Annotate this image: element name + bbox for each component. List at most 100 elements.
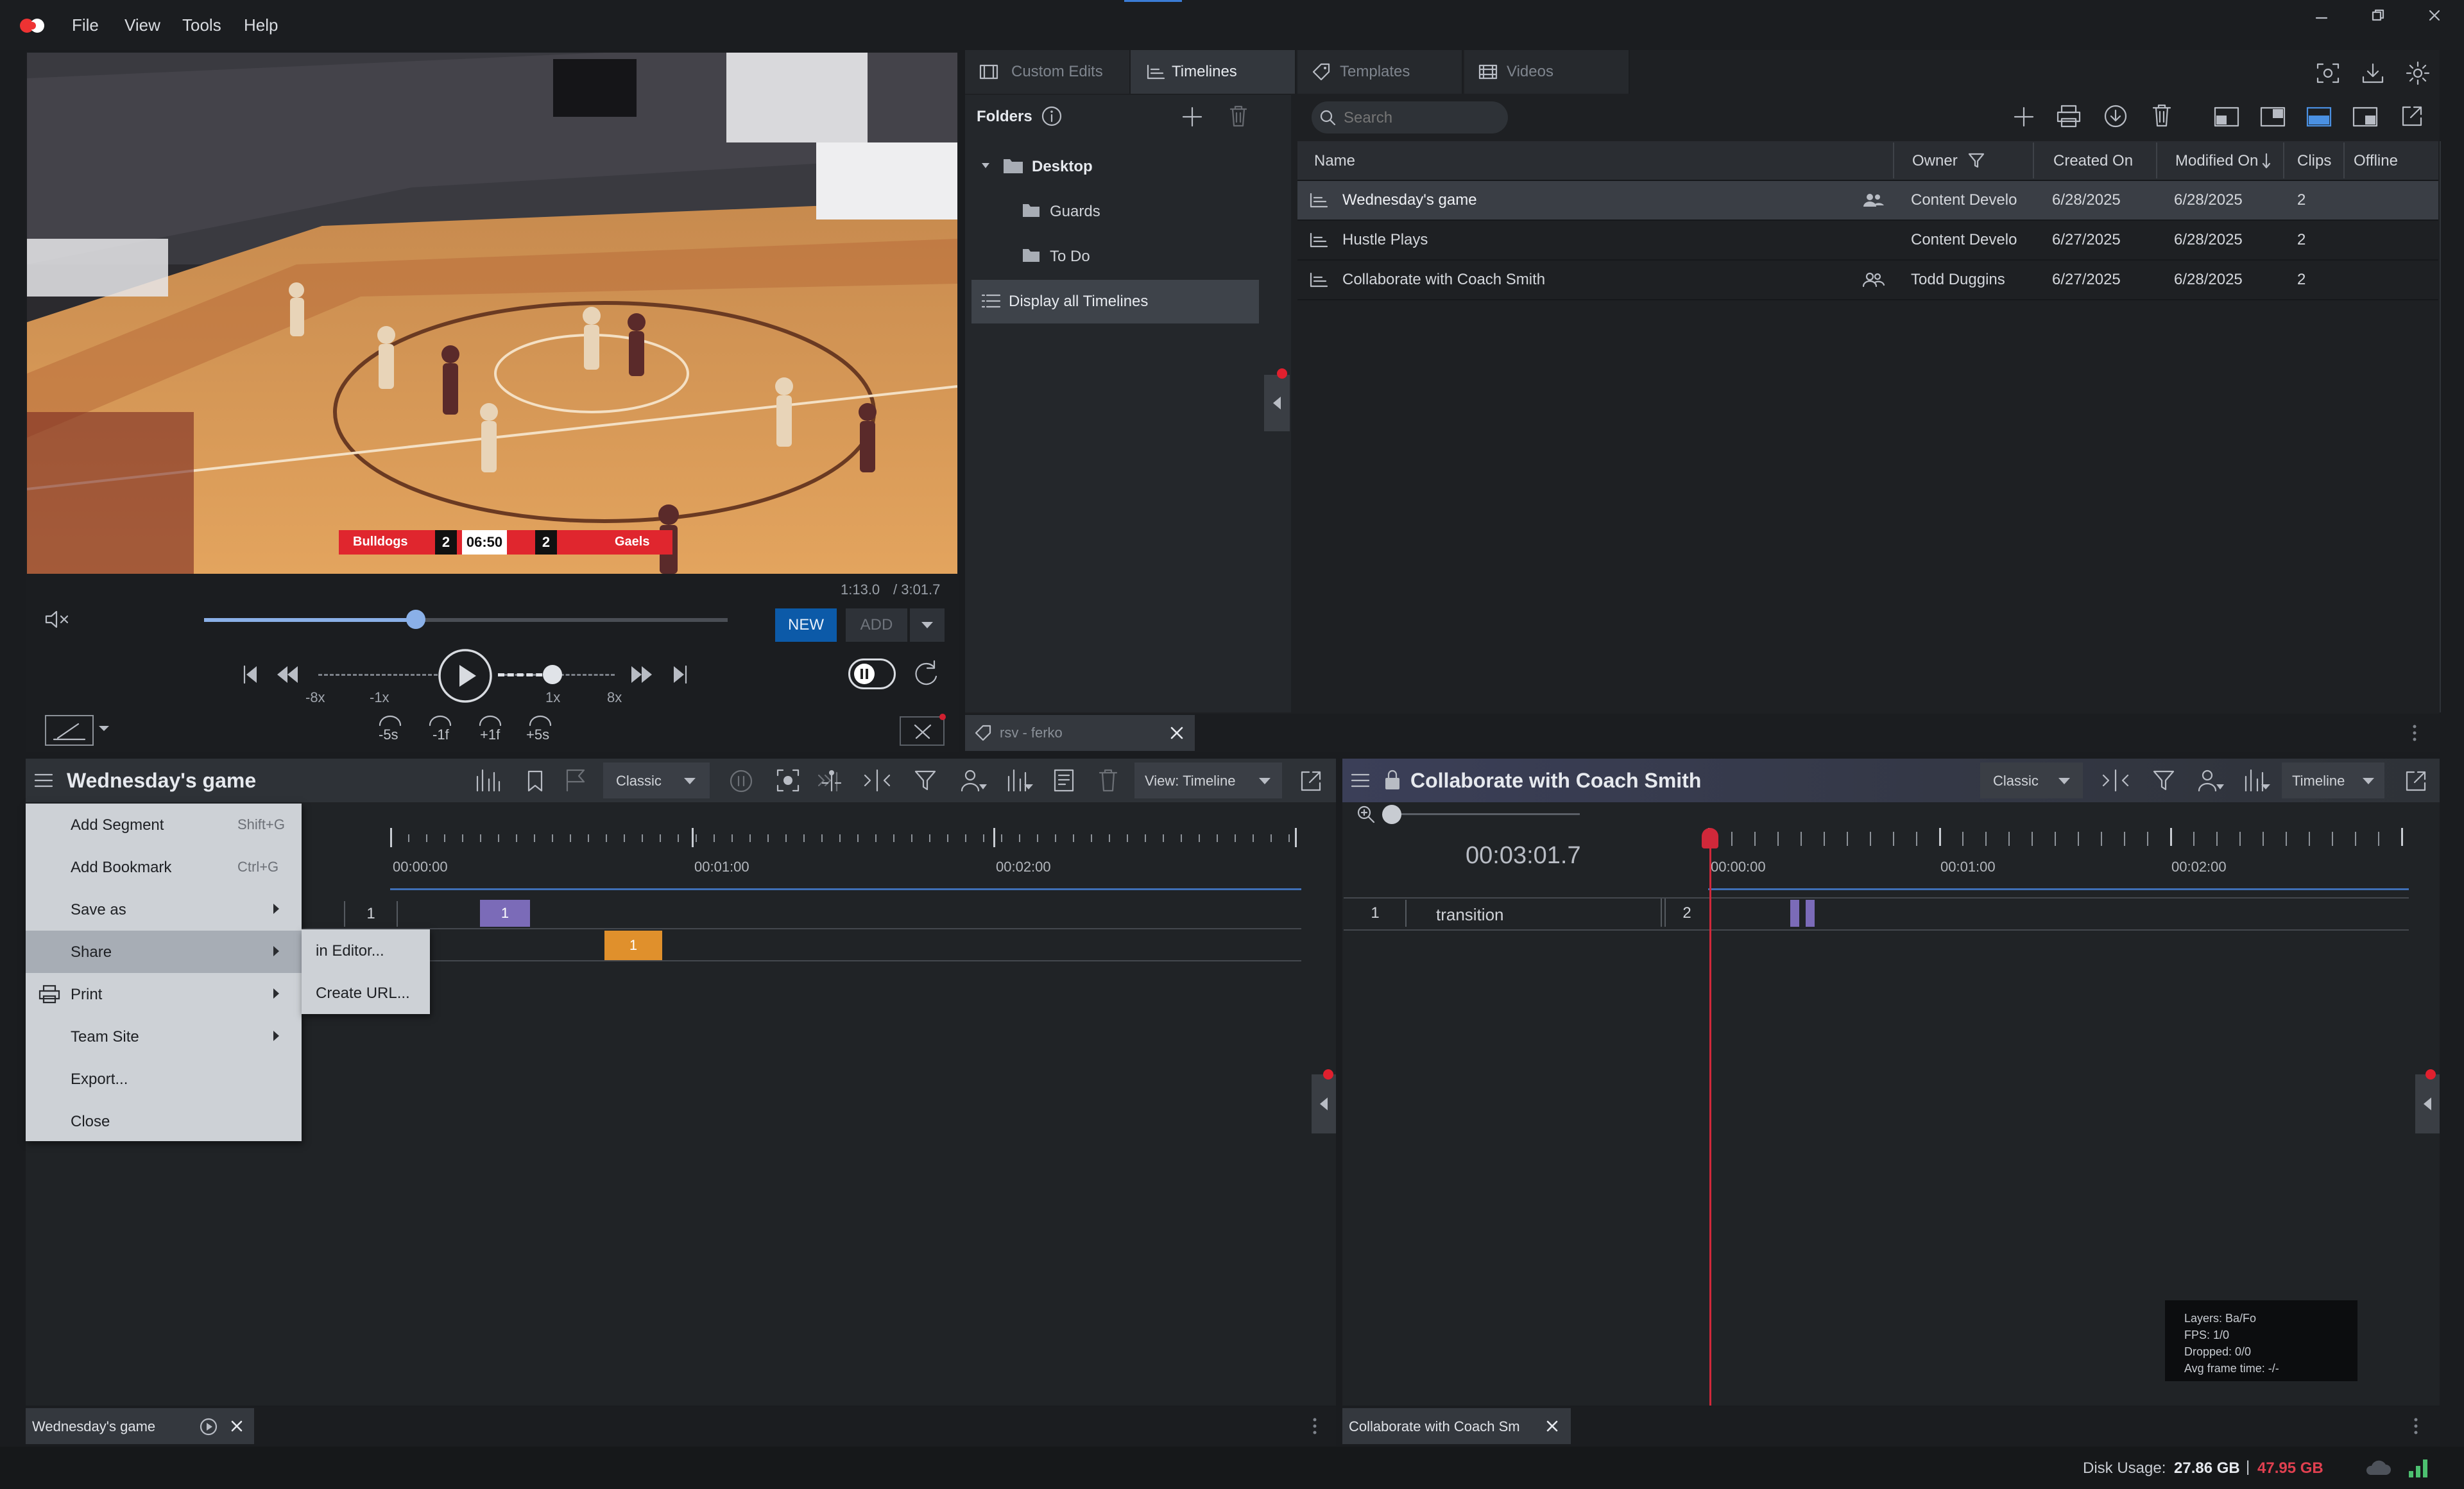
- screenshot-icon[interactable]: [2315, 62, 2341, 85]
- menu-close[interactable]: Close: [26, 1100, 302, 1142]
- mute-icon[interactable]: [44, 608, 71, 630]
- search-input[interactable]: [1342, 108, 1499, 128]
- folder-desktop[interactable]: Desktop: [1032, 158, 1093, 176]
- menu-add-bookmark[interactable]: Add Bookmark Ctrl+G: [26, 846, 302, 888]
- notes-icon[interactable]: [1052, 768, 1077, 793]
- menu-add-segment[interactable]: Add Segment Shift+G: [26, 804, 302, 846]
- menu-export[interactable]: Export...: [26, 1058, 302, 1100]
- split-icon[interactable]: [2101, 768, 2130, 793]
- video-frame[interactable]: Bulldogs 2 06:50 2 Gaels: [27, 53, 957, 574]
- col-created[interactable]: Created On: [2053, 142, 2133, 180]
- add-dropdown-button[interactable]: [910, 608, 945, 642]
- step-back-1f-label[interactable]: -1f: [432, 727, 449, 743]
- zoom-slider-handle[interactable]: [1382, 805, 1401, 824]
- layout-4-icon[interactable]: [2352, 107, 2378, 127]
- tag-tab[interactable]: rsv - ferko: [965, 715, 1195, 751]
- col-owner[interactable]: Owner: [1912, 142, 1958, 180]
- more-vertical-icon[interactable]: [1312, 1416, 1318, 1436]
- popout-icon[interactable]: [1299, 769, 1323, 793]
- left-bottom-tab[interactable]: Wednesday's game: [26, 1408, 254, 1444]
- left-clip-purple[interactable]: 1: [480, 900, 530, 927]
- menu-share[interactable]: Share: [26, 931, 302, 973]
- layout-1-icon[interactable]: [2214, 107, 2239, 127]
- add-timeline-icon[interactable]: [2012, 105, 2035, 128]
- columns-icon[interactable]: [474, 768, 503, 793]
- col-offline[interactable]: Offline: [2354, 142, 2398, 180]
- new-button[interactable]: NEW: [775, 608, 837, 642]
- left-clip-orange[interactable]: 1: [604, 931, 662, 960]
- more-vertical-icon[interactable]: [2411, 723, 2418, 743]
- bookmark-icon[interactable]: [524, 769, 547, 793]
- menu-share-create-url[interactable]: Create URL...: [302, 972, 430, 1014]
- table-row[interactable]: Collaborate with Coach Smith Todd Duggin…: [1297, 261, 2438, 300]
- reset-icon[interactable]: [910, 657, 942, 689]
- menu-help[interactable]: Help: [244, 15, 278, 35]
- hamburger-icon[interactable]: [33, 771, 54, 789]
- import-icon[interactable]: [2103, 104, 2128, 128]
- menu-save-as[interactable]: Save as: [26, 888, 302, 931]
- seek-bar[interactable]: [204, 610, 728, 629]
- popout-icon[interactable]: [2404, 769, 2428, 793]
- col-clips[interactable]: Clips: [2297, 142, 2331, 180]
- filter-icon[interactable]: [914, 769, 937, 793]
- step-back-5s-icon[interactable]: [376, 714, 404, 728]
- speed-handle[interactable]: [543, 665, 562, 684]
- capture-icon[interactable]: [775, 768, 801, 793]
- tab-templates[interactable]: Templates: [1297, 50, 1463, 94]
- close-icon[interactable]: [230, 1419, 244, 1433]
- table-row[interactable]: Wednesday's game Content Develo 6/28/202…: [1297, 181, 2438, 221]
- close-window-icon[interactable]: [2426, 6, 2443, 24]
- menu-file[interactable]: File: [72, 15, 99, 35]
- collapse-folders-handle[interactable]: [1264, 375, 1290, 431]
- menu-team-site[interactable]: Team Site: [26, 1015, 302, 1058]
- table-scrollbar[interactable]: [2440, 141, 2441, 712]
- printer-icon[interactable]: [2056, 104, 2082, 128]
- fast-forward-icon[interactable]: [629, 664, 654, 685]
- play-circle-icon[interactable]: [199, 1417, 218, 1436]
- folder-to-do[interactable]: To Do: [1050, 248, 1090, 266]
- step-forward-5s-icon[interactable]: [526, 714, 554, 728]
- close-icon[interactable]: [1169, 725, 1185, 741]
- col-name[interactable]: Name: [1314, 142, 1355, 180]
- add-folder-icon[interactable]: [1181, 105, 1204, 128]
- cut-button[interactable]: [900, 714, 946, 746]
- filter-icon[interactable]: [1967, 151, 1985, 169]
- skip-end-icon[interactable]: [671, 664, 689, 685]
- menu-view[interactable]: View: [124, 15, 160, 35]
- skip-start-icon[interactable]: [241, 664, 259, 685]
- step-back-5s-label[interactable]: -5s: [379, 727, 398, 743]
- layout-3-icon[interactable]: [2306, 107, 2332, 127]
- minimize-icon[interactable]: [2313, 9, 2331, 27]
- step-back-1f-icon[interactable]: [426, 714, 454, 728]
- insert-marker-icon[interactable]: [819, 768, 844, 793]
- step-forward-5s-label[interactable]: +5s: [526, 727, 549, 743]
- filter-icon[interactable]: [2152, 769, 2175, 793]
- add-button[interactable]: ADD: [846, 608, 907, 642]
- more-vertical-icon[interactable]: [2413, 1416, 2419, 1436]
- layout-2-icon[interactable]: [2260, 107, 2286, 127]
- tab-videos[interactable]: Videos: [1464, 50, 1630, 94]
- left-side-handle[interactable]: [1312, 1074, 1336, 1133]
- popout-icon[interactable]: [2400, 104, 2424, 128]
- info-icon[interactable]: [1041, 105, 1063, 127]
- trash-icon[interactable]: [2151, 103, 2173, 128]
- right-mode-select[interactable]: Classic: [1980, 762, 2083, 798]
- right-clip[interactable]: [1806, 900, 1815, 927]
- columns-filter-icon[interactable]: [1005, 768, 1034, 793]
- cloud-icon[interactable]: [2364, 1458, 2392, 1477]
- zoom-slider[interactable]: [1390, 813, 1580, 815]
- user-filter-icon[interactable]: [960, 768, 988, 793]
- gear-icon[interactable]: [2405, 60, 2431, 86]
- col-modified[interactable]: Modified On: [2175, 142, 2258, 180]
- right-clip[interactable]: [1790, 900, 1799, 927]
- menu-tools[interactable]: Tools: [182, 15, 221, 35]
- draw-dropdown-icon[interactable]: [98, 724, 110, 733]
- expand-arrow-icon[interactable]: [980, 160, 991, 171]
- right-side-handle[interactable]: [2415, 1074, 2440, 1133]
- restore-icon[interactable]: [2369, 6, 2387, 24]
- rewind-icon[interactable]: [275, 664, 300, 685]
- left-view-select[interactable]: View: Timeline: [1134, 762, 1282, 798]
- loop-toggle[interactable]: [848, 658, 896, 689]
- hamburger-icon[interactable]: [1350, 771, 1371, 789]
- folder-guards[interactable]: Guards: [1050, 203, 1100, 221]
